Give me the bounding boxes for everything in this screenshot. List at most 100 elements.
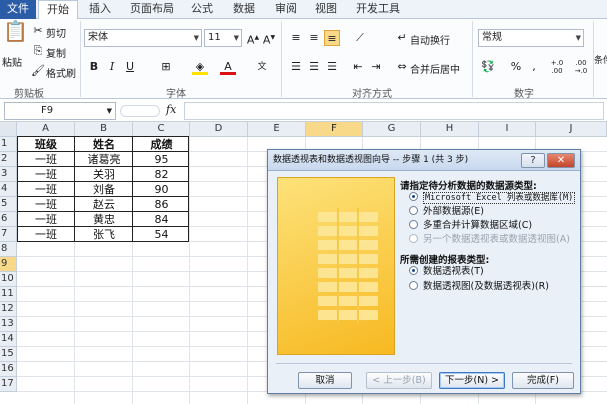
- column-header[interactable]: I: [479, 122, 536, 137]
- column-header[interactable]: A: [17, 122, 75, 137]
- decrease-font-icon[interactable]: A▼: [262, 30, 276, 47]
- tab-review[interactable]: 审阅: [268, 0, 304, 19]
- column-header[interactable]: E: [248, 122, 306, 137]
- help-button[interactable]: ?: [521, 153, 545, 168]
- percent-button[interactable]: %: [508, 59, 524, 75]
- paste-button[interactable]: 粘贴: [2, 54, 22, 69]
- close-button[interactable]: ✕: [547, 153, 575, 168]
- wrap-text-button[interactable]: 自动换行: [410, 32, 450, 47]
- table-cell[interactable]: 90: [133, 182, 190, 197]
- table-cell[interactable]: 刘备: [75, 182, 133, 197]
- column-header[interactable]: D: [190, 122, 248, 137]
- column-header[interactable]: B: [75, 122, 133, 137]
- row-header[interactable]: 16: [0, 362, 17, 377]
- table-cell[interactable]: 95: [133, 152, 190, 167]
- cut-icon[interactable]: ✂: [30, 23, 46, 39]
- table-cell[interactable]: 关羽: [75, 167, 133, 182]
- conditional-format-button[interactable]: 条件: [594, 53, 607, 66]
- tab-view[interactable]: 视图: [308, 0, 344, 19]
- report-option-pivot-chart[interactable]: 数据透视图(及数据透视表)(R): [409, 281, 549, 293]
- increase-font-icon[interactable]: A▲: [246, 30, 260, 47]
- row-header[interactable]: 17: [0, 377, 17, 392]
- table-cell[interactable]: 诸葛亮: [75, 152, 133, 167]
- row-header[interactable]: 12: [0, 302, 17, 317]
- row-header-selected[interactable]: 9: [0, 257, 17, 272]
- align-right-icon[interactable]: ☰: [324, 59, 340, 75]
- row-header[interactable]: 2: [0, 152, 17, 167]
- orientation-icon[interactable]: ⟋: [352, 30, 368, 46]
- select-all-corner[interactable]: [0, 122, 17, 137]
- column-header[interactable]: J: [536, 122, 607, 137]
- finish-button[interactable]: 完成(F): [512, 372, 574, 389]
- tab-insert[interactable]: 插入: [82, 0, 118, 19]
- increase-indent-icon[interactable]: ⇥: [368, 59, 384, 75]
- table-header-cell[interactable]: 班级: [17, 137, 75, 152]
- table-cell[interactable]: 张飞: [75, 227, 133, 242]
- increase-decimal-button[interactable]: +.0 .00: [546, 59, 568, 75]
- cancel-button[interactable]: 取消: [298, 372, 352, 389]
- decrease-indent-icon[interactable]: ⇤: [350, 59, 366, 75]
- font-size-select[interactable]: 11 ▼: [204, 29, 242, 47]
- tab-file[interactable]: 文件: [0, 0, 36, 19]
- copy-icon[interactable]: ⎘: [30, 43, 46, 59]
- row-header[interactable]: 4: [0, 182, 17, 197]
- italic-button[interactable]: I: [104, 59, 120, 75]
- underline-button[interactable]: U: [122, 59, 138, 75]
- font-color-icon[interactable]: A: [220, 59, 236, 75]
- number-format-select[interactable]: 常规 ▼: [478, 29, 584, 47]
- tab-page-layout[interactable]: 页面布局: [124, 0, 180, 19]
- insert-function-icon[interactable]: fx: [166, 103, 176, 116]
- align-middle-icon[interactable]: ≡: [306, 30, 322, 46]
- source-option-consolidation[interactable]: 多重合并计算数据区域(C): [409, 220, 532, 232]
- tab-formulas[interactable]: 公式: [184, 0, 220, 19]
- row-header[interactable]: 14: [0, 332, 17, 347]
- radio-selected-icon[interactable]: [409, 192, 418, 201]
- tab-data[interactable]: 数据: [226, 0, 262, 19]
- tab-developer[interactable]: 开发工具: [350, 0, 406, 19]
- column-header[interactable]: C: [133, 122, 190, 137]
- paste-icon[interactable]: 📋: [3, 21, 28, 49]
- table-cell[interactable]: 一班: [17, 212, 75, 227]
- font-name-select[interactable]: 宋体 ▼: [84, 29, 202, 47]
- copy-button[interactable]: 复制: [46, 45, 66, 60]
- source-option-excel[interactable]: Microsoft Excel 列表或数据库(M): [409, 192, 576, 204]
- align-top-icon[interactable]: ≡: [288, 30, 304, 46]
- fill-color-icon[interactable]: ◈: [192, 59, 208, 75]
- table-cell[interactable]: 一班: [17, 167, 75, 182]
- column-header[interactable]: H: [421, 122, 479, 137]
- row-header[interactable]: 6: [0, 212, 17, 227]
- row-header[interactable]: 8: [0, 242, 17, 257]
- radio-icon[interactable]: [409, 281, 418, 290]
- table-cell[interactable]: 黄忠: [75, 212, 133, 227]
- row-header[interactable]: 5: [0, 197, 17, 212]
- comma-button[interactable]: ,: [526, 59, 542, 75]
- next-button[interactable]: 下一步(N) >: [439, 372, 505, 389]
- column-header[interactable]: G: [363, 122, 421, 137]
- align-bottom-icon[interactable]: ≡: [324, 30, 340, 46]
- row-header[interactable]: 1: [0, 137, 17, 152]
- formula-bar-divider[interactable]: [120, 105, 160, 117]
- phonetic-icon[interactable]: 文: [254, 59, 270, 75]
- table-header-cell[interactable]: 姓名: [75, 137, 133, 152]
- format-painter-icon[interactable]: 🖌: [30, 63, 46, 79]
- report-option-pivot-table[interactable]: 数据透视表(T): [409, 266, 484, 278]
- wrap-text-icon[interactable]: ↵: [394, 30, 410, 46]
- radio-icon[interactable]: [409, 206, 418, 215]
- table-cell[interactable]: 一班: [17, 227, 75, 242]
- table-cell[interactable]: 54: [133, 227, 190, 242]
- row-header[interactable]: 3: [0, 167, 17, 182]
- row-header[interactable]: 11: [0, 287, 17, 302]
- table-cell[interactable]: 82: [133, 167, 190, 182]
- row-header[interactable]: 15: [0, 347, 17, 362]
- table-header-cell[interactable]: 成绩: [133, 137, 190, 152]
- decrease-decimal-button[interactable]: .00 →.0: [570, 59, 592, 75]
- merge-center-button[interactable]: 合并后居中: [410, 61, 460, 76]
- row-header[interactable]: 7: [0, 227, 17, 242]
- name-box[interactable]: F9 ▼: [4, 102, 116, 120]
- table-cell[interactable]: 86: [133, 197, 190, 212]
- table-cell[interactable]: 一班: [17, 182, 75, 197]
- row-header[interactable]: 10: [0, 272, 17, 287]
- table-cell[interactable]: 一班: [17, 197, 75, 212]
- source-option-external[interactable]: 外部数据源(E): [409, 206, 484, 218]
- row-header[interactable]: 13: [0, 317, 17, 332]
